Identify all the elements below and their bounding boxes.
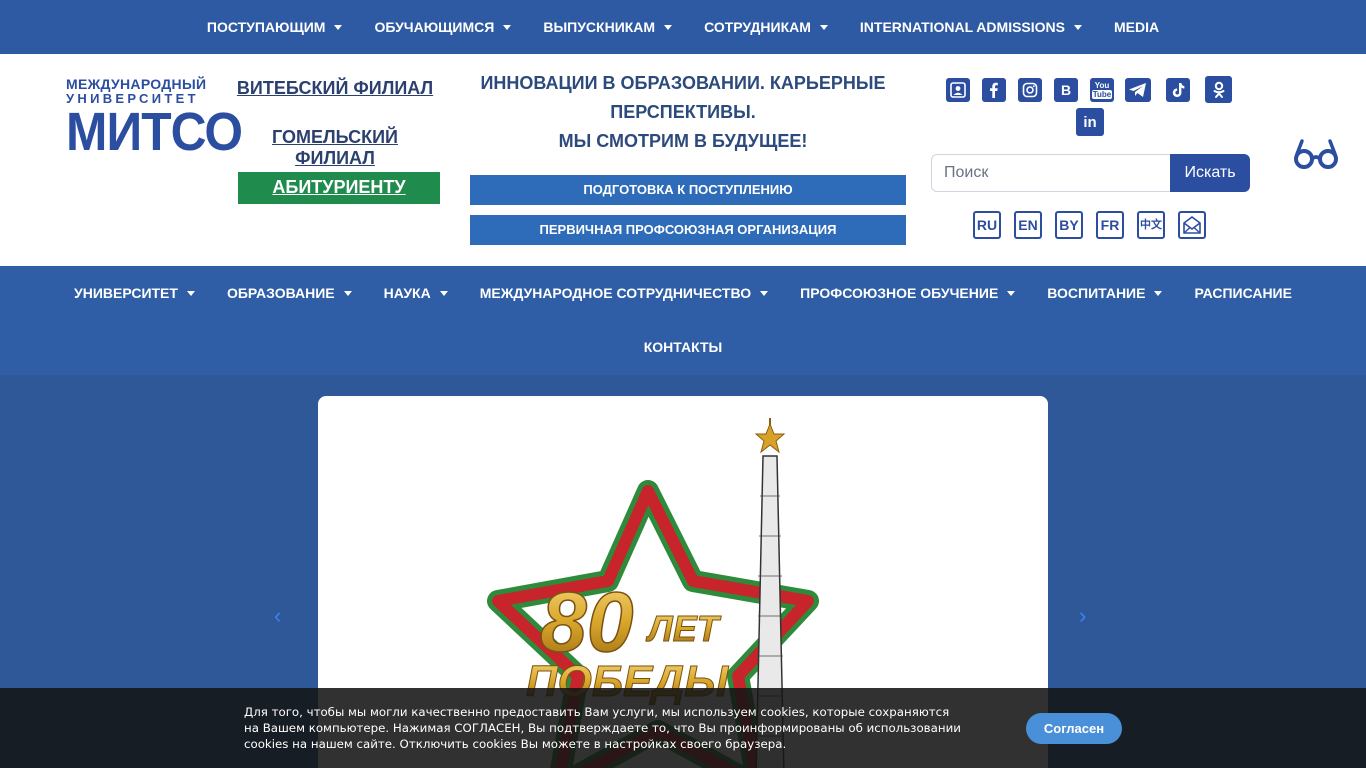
- caret-down-icon: [760, 290, 769, 296]
- nav-item-upbringing[interactable]: ВОСПИТАНИЕ: [1047, 285, 1163, 301]
- nav-item-contacts[interactable]: КОНТАКТЫ: [644, 339, 722, 355]
- site-header: МЕЖДУНАРОДНЫЙ УНИВЕРСИТЕТ МИТСО ВИТЕБСКИ…: [0, 54, 1366, 266]
- nav-label: МЕЖДУНАРОДНОЕ СОТРУДНИЧЕСТВО: [479, 285, 752, 301]
- university-logo[interactable]: МЕЖДУНАРОДНЫЙ УНИВЕРСИТЕТ МИТСО: [66, 76, 243, 162]
- caret-down-icon: [664, 24, 673, 30]
- language-by[interactable]: BY: [1055, 211, 1083, 239]
- slogan-line-2: ПЕРСПЕКТИВЫ.: [610, 102, 756, 122]
- cookie-accept-button[interactable]: Согласен: [1026, 713, 1122, 744]
- telegram-icon[interactable]: [1124, 78, 1152, 102]
- language-fr[interactable]: FR: [1096, 211, 1124, 239]
- nav-item-education[interactable]: ОБРАЗОВАНИЕ: [227, 285, 352, 301]
- nav-item-university[interactable]: УНИВЕРСИТЕТ: [74, 285, 195, 301]
- caret-down-icon: [503, 24, 512, 30]
- linkedin-icon[interactable]: in: [1076, 108, 1104, 136]
- nav-label: КОНТАКТЫ: [643, 339, 723, 355]
- nav-label: РАСПИСАНИЕ: [1194, 285, 1292, 301]
- caret-down-icon: [186, 290, 195, 296]
- slider-prev-arrow[interactable]: ‹: [274, 603, 281, 629]
- nav-label: УНИВЕРСИТЕТ: [74, 285, 178, 301]
- caret-down-icon: [334, 24, 343, 30]
- cookie-notice-text: Для того, чтобы мы могли качественно пре…: [244, 705, 961, 751]
- nav-label: ПРОФСОЮЗНОЕ ОБУЧЕНИЕ: [800, 285, 999, 301]
- nav-item-schedule[interactable]: РАСПИСАНИЕ: [1194, 285, 1292, 301]
- facebook-icon[interactable]: [982, 78, 1006, 102]
- topnav-item-students[interactable]: ОБУЧАЮЩИМСЯ: [374, 19, 512, 35]
- topnav-label: СОТРУДНИКАМ: [704, 19, 811, 35]
- youtube-glyph-line-1: You: [1094, 81, 1110, 90]
- caret-down-icon: [1007, 290, 1016, 296]
- caret-down-icon: [1073, 24, 1082, 30]
- low-vision-glasses-icon[interactable]: [1293, 136, 1339, 172]
- nav-item-science[interactable]: НАУКА: [384, 285, 448, 301]
- slogan: ИННОВАЦИИ В ОБРАЗОВАНИИ. КАРЬЕРНЫЕ ПЕРСП…: [470, 69, 896, 156]
- youtube-glyph-line-2: Tube: [1091, 90, 1113, 99]
- caret-down-icon: [439, 290, 448, 296]
- nav-label: НАУКА: [383, 285, 431, 301]
- vitebsk-branch-link[interactable]: ВИТЕБСКИЙ ФИЛИАЛ: [230, 78, 440, 99]
- logo-wordmark: МИТСО: [66, 102, 243, 162]
- topnav-item-employees[interactable]: СОТРУДНИКАМ: [704, 19, 828, 35]
- tiktok-icon[interactable]: [1166, 78, 1190, 102]
- caret-down-icon: [1154, 290, 1163, 296]
- search-button[interactable]: Искать: [1170, 154, 1250, 192]
- mail-icon[interactable]: [1178, 211, 1206, 239]
- nav-item-union-training[interactable]: ПРОФСОЮЗНОЕ ОБУЧЕНИЕ: [800, 285, 1016, 301]
- contact-card-icon[interactable]: [946, 78, 970, 102]
- slide-number: 80: [540, 575, 633, 669]
- topnav-label: ПОСТУПАЮЩИМ: [206, 19, 326, 35]
- main-nav-row-1: УНИВЕРСИТЕТ ОБРАЗОВАНИЕ НАУКА МЕЖДУНАРОД…: [0, 285, 1366, 301]
- topnav-item-applicants[interactable]: ПОСТУПАЮЩИМ: [207, 19, 343, 35]
- slide-word-1: ЛЕТ: [645, 608, 722, 649]
- slogan-line-1: ИННОВАЦИИ В ОБРАЗОВАНИИ. КАРЬЕРНЫЕ: [480, 73, 886, 93]
- topnav-label: ОБУЧАЮЩИМСЯ: [374, 19, 495, 35]
- vk-icon[interactable]: B: [1054, 78, 1078, 102]
- main-navigation: УНИВЕРСИТЕТ ОБРАЗОВАНИЕ НАУКА МЕЖДУНАРОД…: [0, 266, 1366, 375]
- cookie-consent-bar: Для того, чтобы мы могли качественно пре…: [0, 688, 1366, 768]
- topnav-label: MEDIA: [1113, 19, 1160, 35]
- topnav-item-media[interactable]: MEDIA: [1114, 19, 1159, 35]
- nav-label: ОБРАЗОВАНИЕ: [226, 285, 335, 301]
- linkedin-glyph: in: [1083, 113, 1097, 131]
- admission-prep-button[interactable]: ПОДГОТОВКА К ПОСТУПЛЕНИЮ: [470, 175, 906, 205]
- applicant-button[interactable]: АБИТУРИЕНТУ: [238, 172, 440, 204]
- vk-glyph: B: [1060, 82, 1072, 98]
- main-nav-row-2: КОНТАКТЫ: [0, 339, 1366, 355]
- youtube-icon[interactable]: You Tube: [1090, 78, 1114, 102]
- gomel-branch-link[interactable]: ГОМЕЛЬСКИЙ ФИЛИАЛ: [230, 127, 440, 169]
- caret-down-icon: [343, 290, 352, 296]
- language-ru[interactable]: RU: [973, 211, 1001, 239]
- top-navigation-bar: ПОСТУПАЮЩИМ ОБУЧАЮЩИМСЯ ВЫПУСКНИКАМ СОТР…: [0, 0, 1366, 54]
- odnoklassniki-icon[interactable]: [1205, 76, 1232, 103]
- topnav-item-graduates[interactable]: ВЫПУСКНИКАМ: [543, 19, 673, 35]
- slider-next-arrow[interactable]: ›: [1079, 603, 1086, 629]
- topnav-item-international-admissions[interactable]: INTERNATIONAL ADMISSIONS: [860, 19, 1082, 35]
- slogan-line-3: МЫ СМОТРИМ В БУДУЩЕЕ!: [558, 131, 808, 151]
- logo-line-1: МЕЖДУНАРОДНЫЙ: [66, 76, 207, 92]
- language-en[interactable]: EN: [1014, 211, 1042, 239]
- trade-union-button[interactable]: ПЕРВИЧНАЯ ПРОФСОЮЗНАЯ ОРГАНИЗАЦИЯ: [470, 215, 906, 245]
- nav-label: ВОСПИТАНИЕ: [1047, 285, 1146, 301]
- nav-item-international[interactable]: МЕЖДУНАРОДНОЕ СОТРУДНИЧЕСТВО: [479, 285, 769, 301]
- caret-down-icon: [819, 24, 828, 30]
- topnav-label: INTERNATIONAL ADMISSIONS: [859, 19, 1065, 35]
- search-input[interactable]: Поиск: [931, 154, 1171, 192]
- instagram-icon[interactable]: [1018, 78, 1042, 102]
- topnav-label: ВЫПУСКНИКАМ: [543, 19, 656, 35]
- language-zh[interactable]: 中文: [1137, 211, 1165, 239]
